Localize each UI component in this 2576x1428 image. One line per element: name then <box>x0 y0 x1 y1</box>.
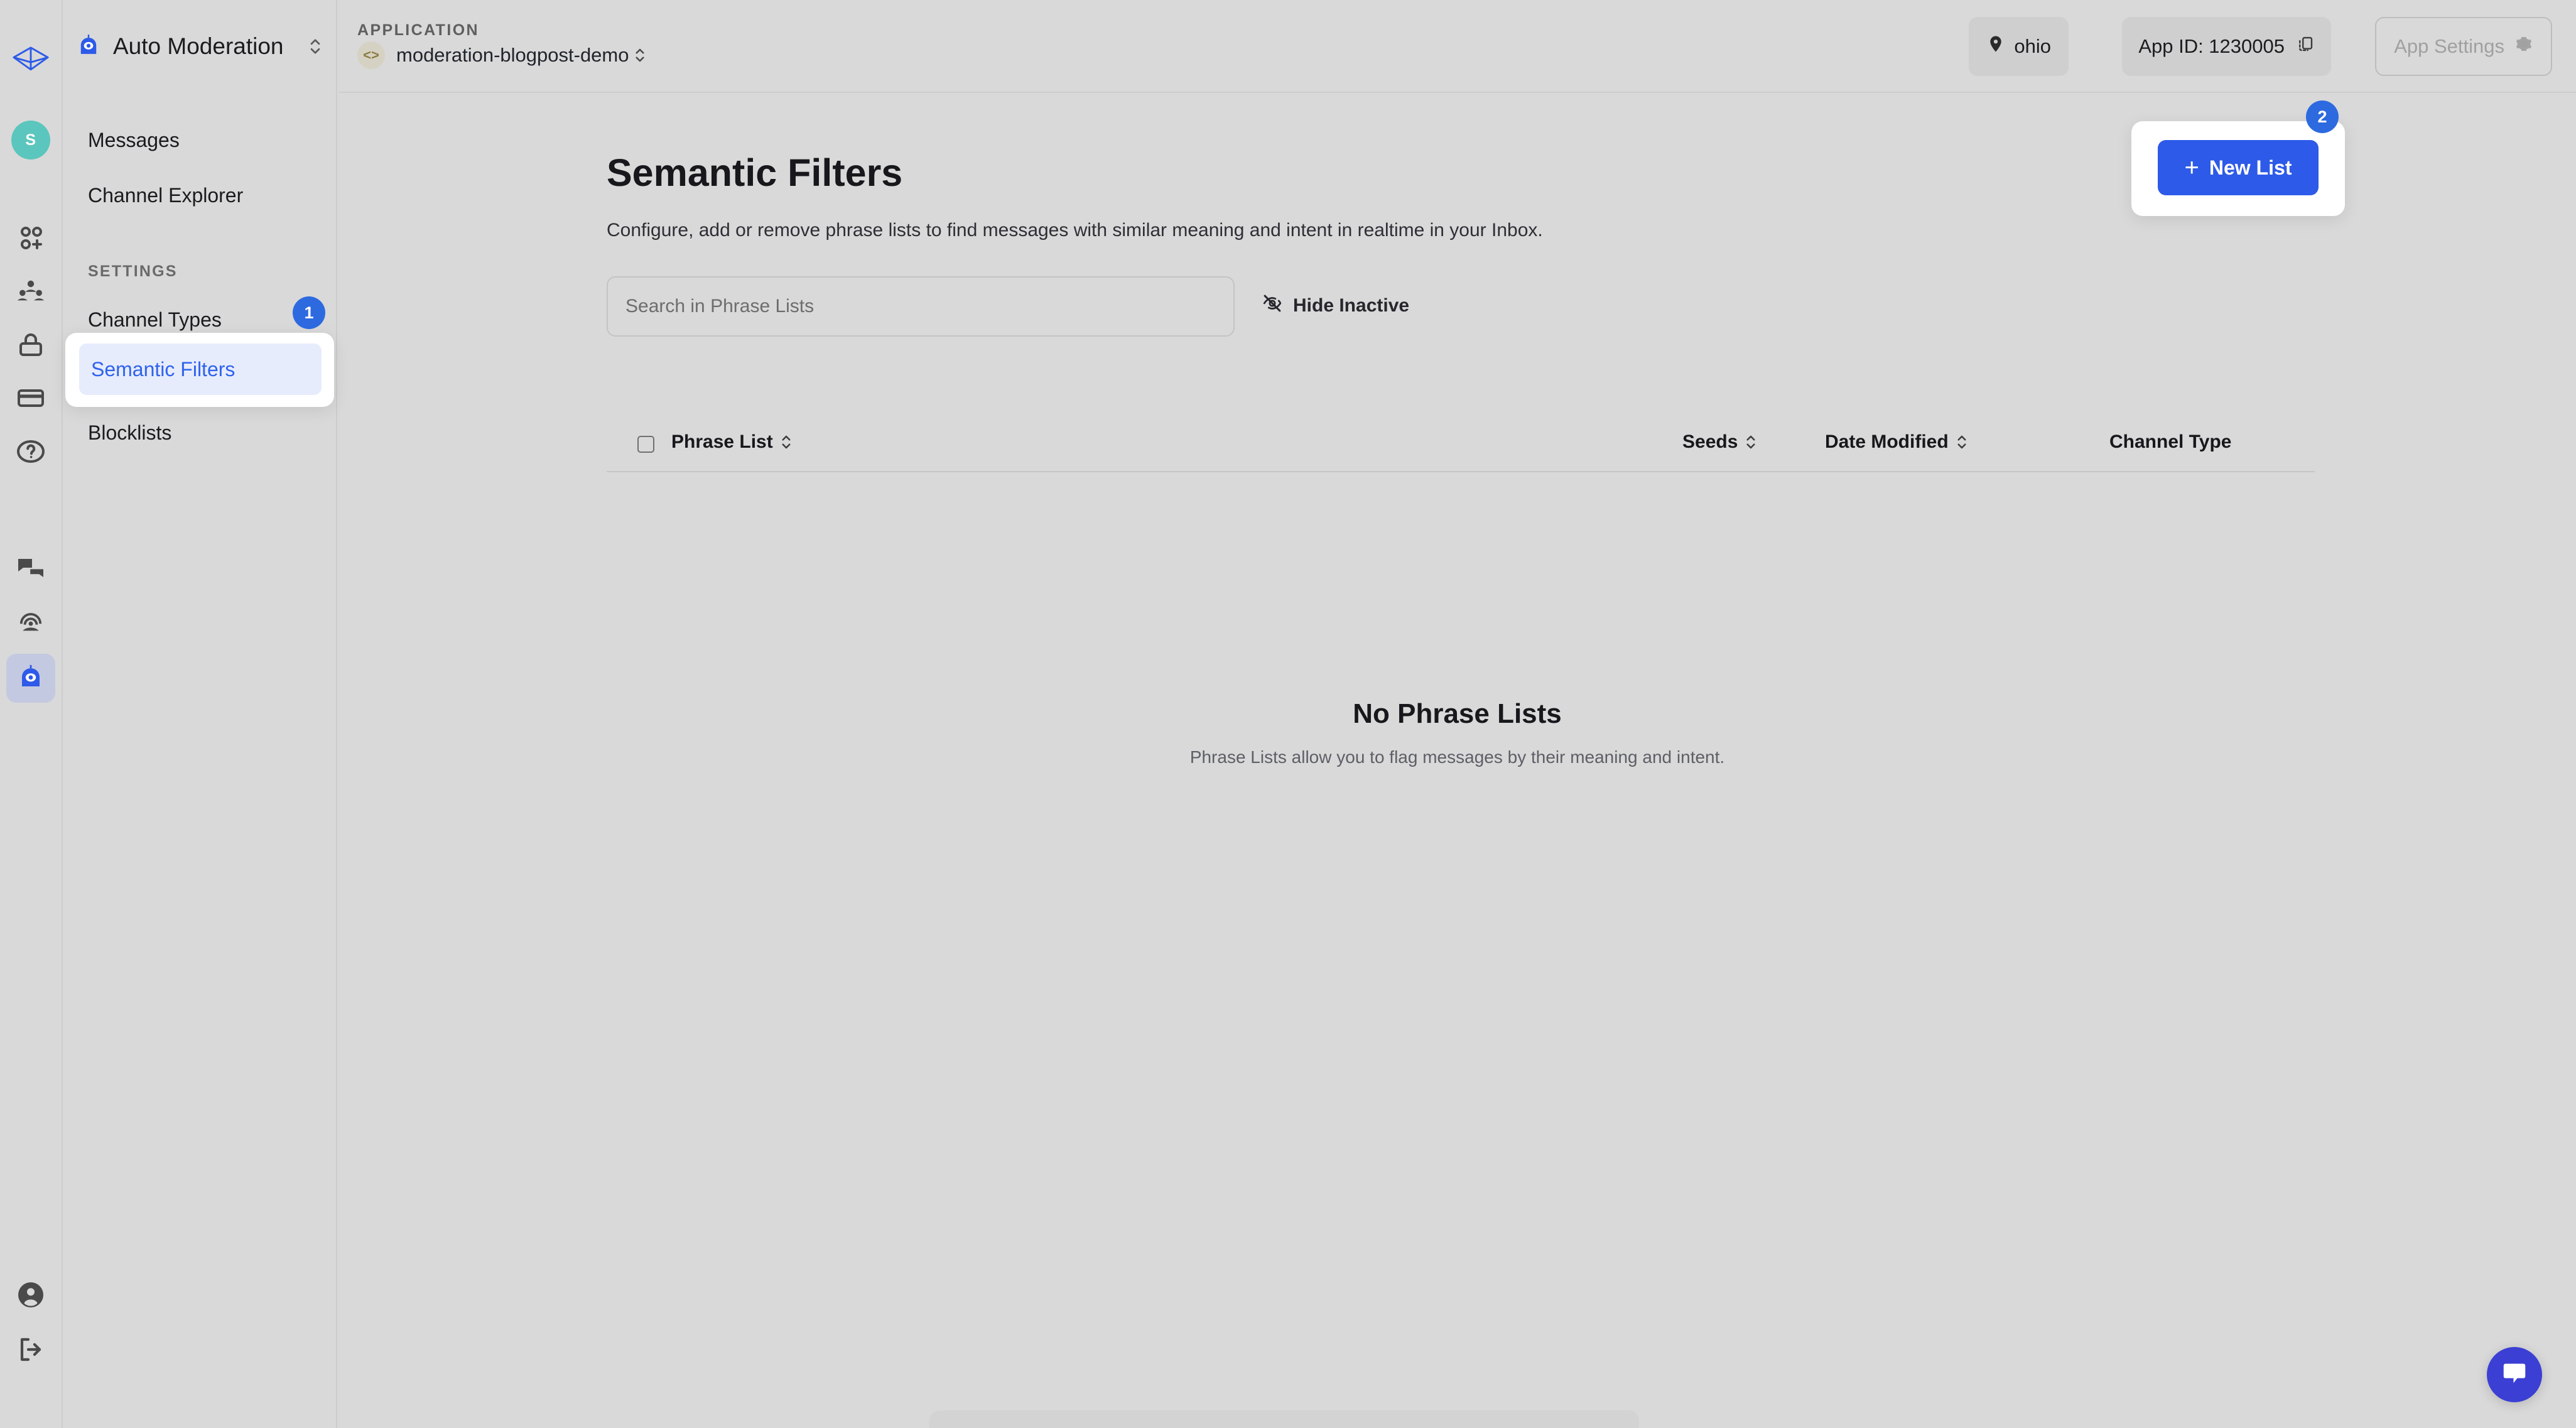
select-all-checkbox[interactable] <box>637 436 654 453</box>
moderation-bot-icon <box>75 33 102 60</box>
avatar-initial: S <box>25 131 36 149</box>
sort-icon <box>1745 433 1756 452</box>
sidebar-item-semantic-filters[interactable]: Semantic Filters <box>79 343 322 395</box>
credit-card-icon <box>16 383 46 413</box>
app-settings-button[interactable]: App Settings <box>2375 17 2552 76</box>
rail-moderation[interactable] <box>6 654 55 703</box>
chevron-up-down-icon <box>634 46 646 65</box>
chat-bubble-icon <box>2500 1359 2529 1391</box>
hide-inactive-label: Hide Inactive <box>1293 295 1410 316</box>
bottom-sheet-peek <box>929 1410 1639 1428</box>
sidebar-item-label: Channel Types <box>88 308 222 331</box>
app-id-copy-button[interactable]: App ID: 1230005 <box>2122 17 2331 76</box>
app-root: S Auto Moderation Messages Channel Explo… <box>0 0 2576 1428</box>
badge-count: 1 <box>304 303 314 322</box>
rail-account[interactable] <box>6 1270 55 1319</box>
chat-bubbles-icon <box>16 553 46 583</box>
sidebar-item-label: Blocklists <box>88 421 172 444</box>
sidebar-item-label: Channel Explorer <box>88 183 244 207</box>
lock-icon <box>16 330 46 360</box>
column-header-phrase-list[interactable]: Phrase List <box>671 431 792 453</box>
location-pin-icon <box>1986 35 2014 58</box>
app-id-label: App ID: 1230005 <box>2138 35 2285 57</box>
region-selector[interactable]: ohio <box>1969 17 2069 76</box>
paper-boat-logo-icon[interactable] <box>11 45 50 72</box>
empty-state-title: No Phrase Lists <box>1353 698 1562 729</box>
sidebar-section-settings: SETTINGS <box>88 262 178 280</box>
sidebar-item-channel-explorer[interactable]: Channel Explorer <box>75 175 327 216</box>
plus-icon: + <box>2184 154 2199 181</box>
eye-off-icon <box>1262 293 1293 319</box>
column-label: Seeds <box>1682 431 1738 452</box>
hide-inactive-toggle[interactable]: Hide Inactive <box>1262 293 1409 319</box>
chevron-up-down-icon <box>308 36 322 57</box>
badge-count: 2 <box>2317 107 2327 126</box>
table-header-divider <box>607 471 2315 472</box>
empty-state-description: Phrase Lists allow you to flag messages … <box>1189 747 1725 767</box>
add-users-icon <box>16 223 46 253</box>
icon-rail: S <box>0 0 63 1428</box>
rail-add-users[interactable] <box>6 214 55 262</box>
column-header-channel-type: Channel Type <box>2109 431 2231 453</box>
sidebar-item-label: Semantic Filters <box>91 357 235 381</box>
livestream-icon <box>16 608 46 638</box>
gear-icon <box>2504 35 2533 58</box>
main-content: Semantic Filters Configure, add or remov… <box>338 94 2576 1428</box>
new-list-button[interactable]: + New List <box>2158 140 2319 195</box>
new-list-label: New List <box>2209 156 2292 179</box>
search-input[interactable]: Search in Phrase Lists <box>607 276 1235 337</box>
onboarding-step-badge-2: 2 <box>2306 100 2339 133</box>
rail-help[interactable] <box>6 427 55 476</box>
sidebar-step-badge-1: 1 <box>293 296 325 329</box>
avatar[interactable]: S <box>11 121 50 160</box>
topbar: APPLICATION <> moderation-blogpost-demo … <box>338 0 2576 93</box>
sort-icon <box>781 433 792 452</box>
copy-icon <box>2285 35 2315 58</box>
rail-team[interactable] <box>6 267 55 316</box>
code-brackets-icon: <> <box>357 41 385 69</box>
application-label: APPLICATION <box>357 21 479 39</box>
rail-livestream[interactable] <box>6 598 55 647</box>
column-header-seeds[interactable]: Seeds <box>1682 431 1756 453</box>
onboarding-spotlight-new-list: + New List <box>2131 121 2345 216</box>
sidebar-item-blocklists[interactable]: Blocklists <box>75 412 327 453</box>
application-name: moderation-blogpost-demo <box>396 44 629 66</box>
product-switcher[interactable]: Auto Moderation <box>64 0 337 93</box>
help-circle-icon <box>16 436 46 467</box>
column-header-date-modified[interactable]: Date Modified <box>1825 431 1967 453</box>
product-name: Auto Moderation <box>113 33 284 59</box>
onboarding-spotlight-sidebar: Semantic Filters <box>65 333 334 407</box>
rail-permissions[interactable] <box>6 320 55 369</box>
column-label: Phrase List <box>671 431 773 452</box>
search-placeholder: Search in Phrase Lists <box>625 296 814 316</box>
sidebar-item-messages[interactable]: Messages <box>75 119 327 161</box>
team-icon <box>16 276 46 306</box>
rail-chat[interactable] <box>6 543 55 592</box>
sidebar-item-label: Messages <box>88 128 180 151</box>
page-title: Semantic Filters <box>607 151 903 194</box>
column-label: Date Modified <box>1825 431 1949 452</box>
moderation-bot-icon <box>16 663 46 693</box>
rail-billing[interactable] <box>6 374 55 423</box>
page-subtitle: Configure, add or remove phrase lists to… <box>607 220 1543 241</box>
chat-widget-button[interactable] <box>2487 1347 2542 1402</box>
region-label: ohio <box>2014 35 2051 57</box>
user-circle-icon <box>16 1280 46 1310</box>
rail-sign-out[interactable] <box>6 1325 55 1374</box>
sign-out-icon <box>16 1334 46 1365</box>
app-settings-label: App Settings <box>2394 35 2504 57</box>
sort-icon <box>1956 433 1967 452</box>
sidebar: Auto Moderation Messages Channel Explore… <box>64 0 337 1428</box>
application-switcher[interactable]: <> moderation-blogpost-demo <box>357 41 646 69</box>
column-label: Channel Type <box>2109 431 2232 452</box>
